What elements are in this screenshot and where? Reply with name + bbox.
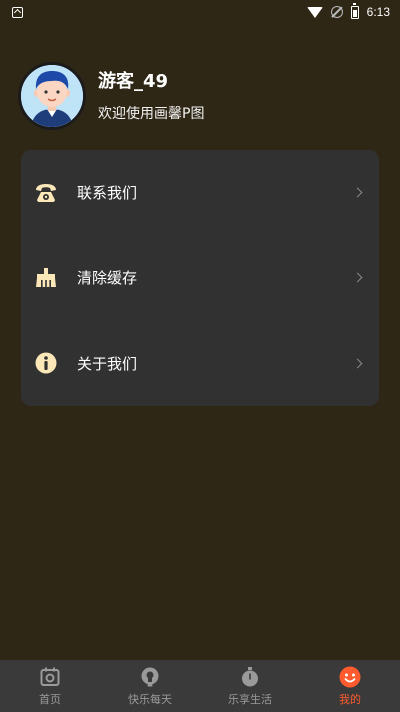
lightbulb-icon (139, 666, 161, 688)
nav-label: 乐享生活 (228, 692, 272, 706)
menu-label: 关于我们 (77, 354, 138, 373)
profile-screen: 6:13 游客_49 欢迎使用画馨P图 联系我们 清除缓存 关于我们 首页 快乐… (0, 0, 400, 712)
notification-icon (12, 6, 23, 18)
menu-item-clear-cache[interactable]: 清除缓存 (21, 235, 379, 320)
nav-item-home[interactable]: 首页 (0, 660, 100, 712)
avatar-boy-icon (21, 65, 83, 127)
battery-icon (350, 2, 359, 19)
menu-item-about-us[interactable]: 关于我们 (21, 321, 379, 406)
bottom-nav: 首页 快乐每天 乐享生活 我的 (0, 660, 400, 712)
profile-header: 游客_49 欢迎使用画馨P图 (18, 62, 204, 130)
nav-label: 快乐每天 (128, 692, 172, 706)
smiley-icon (339, 666, 361, 688)
no-signal-icon (330, 6, 343, 18)
status-bar: 6:13 (0, 0, 400, 24)
nav-label: 首页 (39, 692, 61, 706)
menu-label: 清除缓存 (77, 269, 138, 288)
chevron-right-icon (352, 358, 363, 369)
chevron-right-icon (352, 272, 363, 283)
nav-item-mine[interactable]: 我的 (300, 660, 400, 712)
status-time: 6:13 (366, 5, 390, 19)
nav-item-happy-every-day[interactable]: 快乐每天 (100, 660, 200, 712)
camera-frame-icon (39, 666, 61, 688)
nav-label: 我的 (339, 692, 361, 706)
wifi-icon (306, 6, 323, 18)
settings-menu: 联系我们 清除缓存 关于我们 (21, 150, 379, 406)
stopwatch-icon (239, 666, 261, 688)
info-icon (33, 350, 59, 376)
avatar[interactable] (18, 62, 86, 130)
telephone-icon (33, 180, 59, 206)
menu-label: 联系我们 (77, 184, 138, 203)
menu-item-contact-us[interactable]: 联系我们 (21, 150, 379, 235)
welcome-text: 欢迎使用画馨P图 (98, 106, 205, 122)
nav-item-enjoy-life[interactable]: 乐享生活 (200, 660, 300, 712)
username: 游客_49 (98, 71, 169, 92)
chevron-right-icon (352, 187, 363, 198)
broom-icon (33, 265, 59, 291)
